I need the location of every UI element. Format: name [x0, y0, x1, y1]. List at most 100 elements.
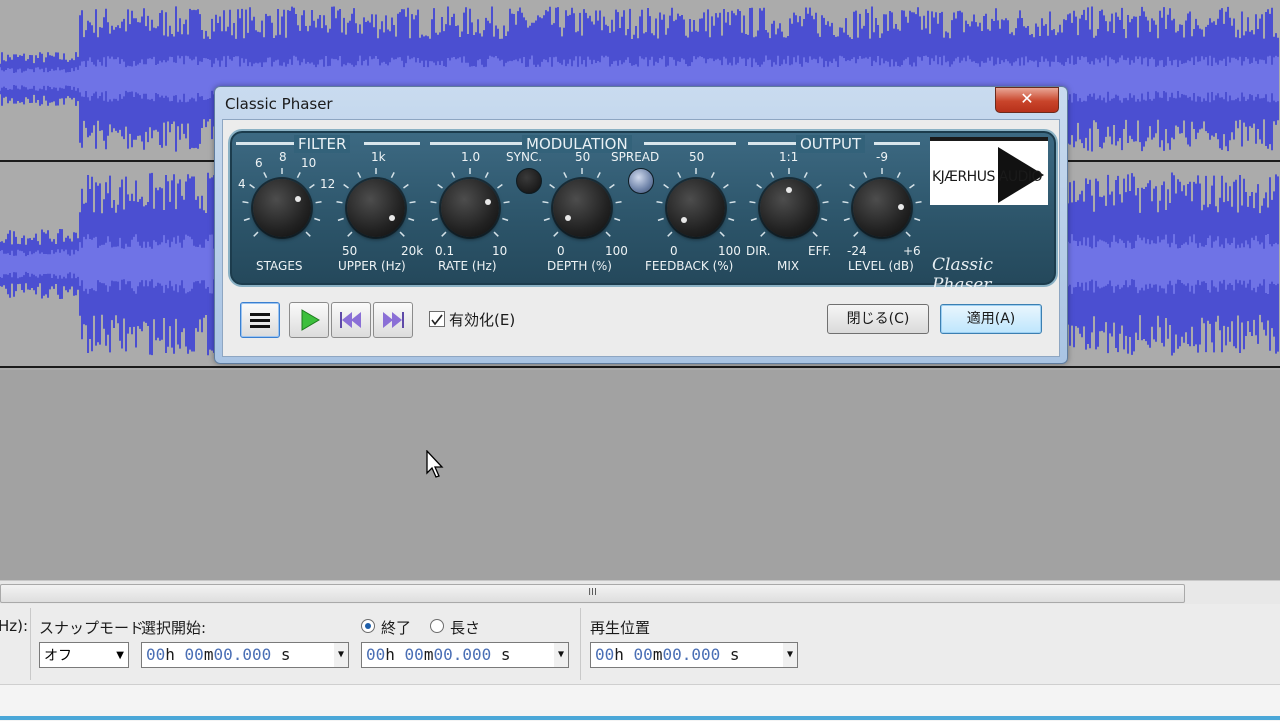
- depth-knob[interactable]: [553, 179, 611, 237]
- scrollbar-thumb[interactable]: III: [0, 584, 1185, 603]
- output-line-right: [874, 142, 920, 145]
- play-icon: [301, 309, 320, 331]
- knob-tick: [896, 172, 901, 179]
- knob-tick: [728, 217, 735, 222]
- mix-knob[interactable]: [760, 179, 818, 237]
- checkmark-icon: [431, 314, 443, 326]
- knob-tick: [842, 201, 849, 204]
- hours-unit: h: [614, 645, 624, 664]
- knob-tick: [822, 201, 829, 204]
- enable-checkbox[interactable]: [429, 311, 445, 327]
- spread-led-button[interactable]: [628, 168, 654, 194]
- knob-tick: [710, 172, 715, 179]
- knob-tick: [909, 183, 915, 189]
- knob-tick: [863, 172, 868, 179]
- knob-tick: [914, 217, 921, 222]
- knob-tick: [656, 201, 663, 204]
- knob-tick: [770, 172, 775, 179]
- close-button[interactable]: 閉じる(C): [827, 304, 929, 334]
- stages-scale-4: 4: [238, 177, 246, 191]
- minutes-unit: m: [652, 645, 663, 664]
- upper-label: UPPER (Hz): [338, 259, 406, 273]
- feedback-min-label: 0: [670, 244, 678, 258]
- fast-forward-button[interactable]: [373, 302, 413, 338]
- knob-tick: [821, 217, 828, 222]
- snap-mode-value: オフ: [44, 648, 72, 664]
- seconds-unit: s: [500, 645, 511, 664]
- length-radio-label: 長さ: [450, 619, 481, 637]
- knob-tick: [543, 217, 550, 222]
- time-format-dropdown-icon[interactable]: ▼: [554, 643, 568, 667]
- dialog-client-area: FILTER MODULATION OUTPUT 4 6 8 10 12 STA…: [222, 119, 1060, 357]
- knob-tick: [812, 231, 818, 237]
- feedback-max-label: 100: [718, 244, 741, 258]
- level-knob[interactable]: [853, 179, 911, 237]
- seconds-unit: s: [729, 645, 740, 664]
- knob-tick: [503, 201, 510, 204]
- knob-tick: [816, 183, 822, 189]
- rate-knob[interactable]: [441, 179, 499, 237]
- feedback-label: FEEDBACK (%): [645, 259, 734, 273]
- knob-tick: [431, 217, 438, 222]
- rewind-icon: [340, 312, 361, 328]
- modulation-line-right: [644, 142, 736, 145]
- empty-track-area[interactable]: [0, 370, 1280, 580]
- hours-unit: h: [165, 645, 175, 664]
- rewind-button[interactable]: [331, 302, 371, 338]
- knob-tick: [729, 201, 736, 204]
- knob-tick: [493, 231, 499, 237]
- knob-tick: [249, 183, 255, 189]
- feedback-knob[interactable]: [667, 179, 725, 237]
- chevron-down-icon: ▼: [116, 650, 124, 661]
- apply-button[interactable]: 適用(A): [940, 304, 1042, 334]
- modulation-line-left: [430, 142, 522, 145]
- end-seconds: 00.000: [433, 645, 492, 664]
- knob-tick: [677, 172, 682, 179]
- upper-top-label: 1k: [371, 150, 386, 164]
- knob-tick: [403, 183, 409, 189]
- position-seconds: 00.000: [662, 645, 721, 664]
- selection-end-field[interactable]: 00h 00m00.000 s ▼: [361, 642, 569, 668]
- position-hours: 00: [595, 645, 615, 664]
- knob-tick: [657, 217, 664, 222]
- selection-start-field[interactable]: 00h 00m00.000 s ▼: [141, 642, 349, 668]
- knob-tick: [563, 172, 568, 179]
- knob-tick: [390, 172, 395, 179]
- product-name-script: Classic Phaser: [932, 255, 993, 295]
- depth-max-label: 100: [605, 244, 628, 258]
- end-radio[interactable]: [361, 619, 375, 633]
- knob-tick: [430, 201, 437, 204]
- knob-tick: [803, 172, 808, 179]
- length-radio[interactable]: [430, 619, 444, 633]
- minutes-unit: m: [203, 645, 214, 664]
- feedback-top-label: 50: [689, 150, 705, 164]
- menu-button[interactable]: [240, 302, 280, 338]
- play-position-label: 再生位置: [590, 619, 651, 637]
- plugin-panel: FILTER MODULATION OUTPUT 4 6 8 10 12 STA…: [228, 129, 1058, 295]
- knob-tick: [749, 201, 756, 204]
- level-top-label: -9: [876, 150, 888, 164]
- depth-top-label: 50: [575, 150, 591, 164]
- snap-mode-select[interactable]: オフ ▼: [39, 642, 129, 668]
- spread-label: SPREAD: [611, 150, 660, 164]
- knob-tick: [437, 183, 443, 189]
- close-icon[interactable]: ✕: [995, 87, 1059, 113]
- knob-tick: [337, 217, 344, 222]
- horizontal-scrollbar[interactable]: III: [0, 580, 1280, 605]
- time-format-dropdown-icon[interactable]: ▼: [783, 643, 797, 667]
- level-label: LEVEL (dB): [848, 259, 914, 273]
- knob-tick: [242, 201, 249, 204]
- upper-knob[interactable]: [347, 179, 405, 237]
- knob-tick: [253, 231, 259, 237]
- level-max-label: +6: [903, 244, 921, 258]
- time-format-dropdown-icon[interactable]: ▼: [334, 643, 348, 667]
- mix-top-label: 1:1: [779, 150, 799, 164]
- level-min-label: -24: [847, 244, 867, 258]
- knob-tick: [596, 172, 601, 179]
- sync-led-button[interactable]: [516, 168, 542, 194]
- preview-play-button[interactable]: [289, 302, 329, 338]
- knob-tick: [497, 183, 503, 189]
- play-position-field[interactable]: 00h 00m00.000 s ▼: [590, 642, 798, 668]
- output-section-title: OUTPUT: [796, 135, 866, 153]
- stages-knob[interactable]: [253, 179, 311, 237]
